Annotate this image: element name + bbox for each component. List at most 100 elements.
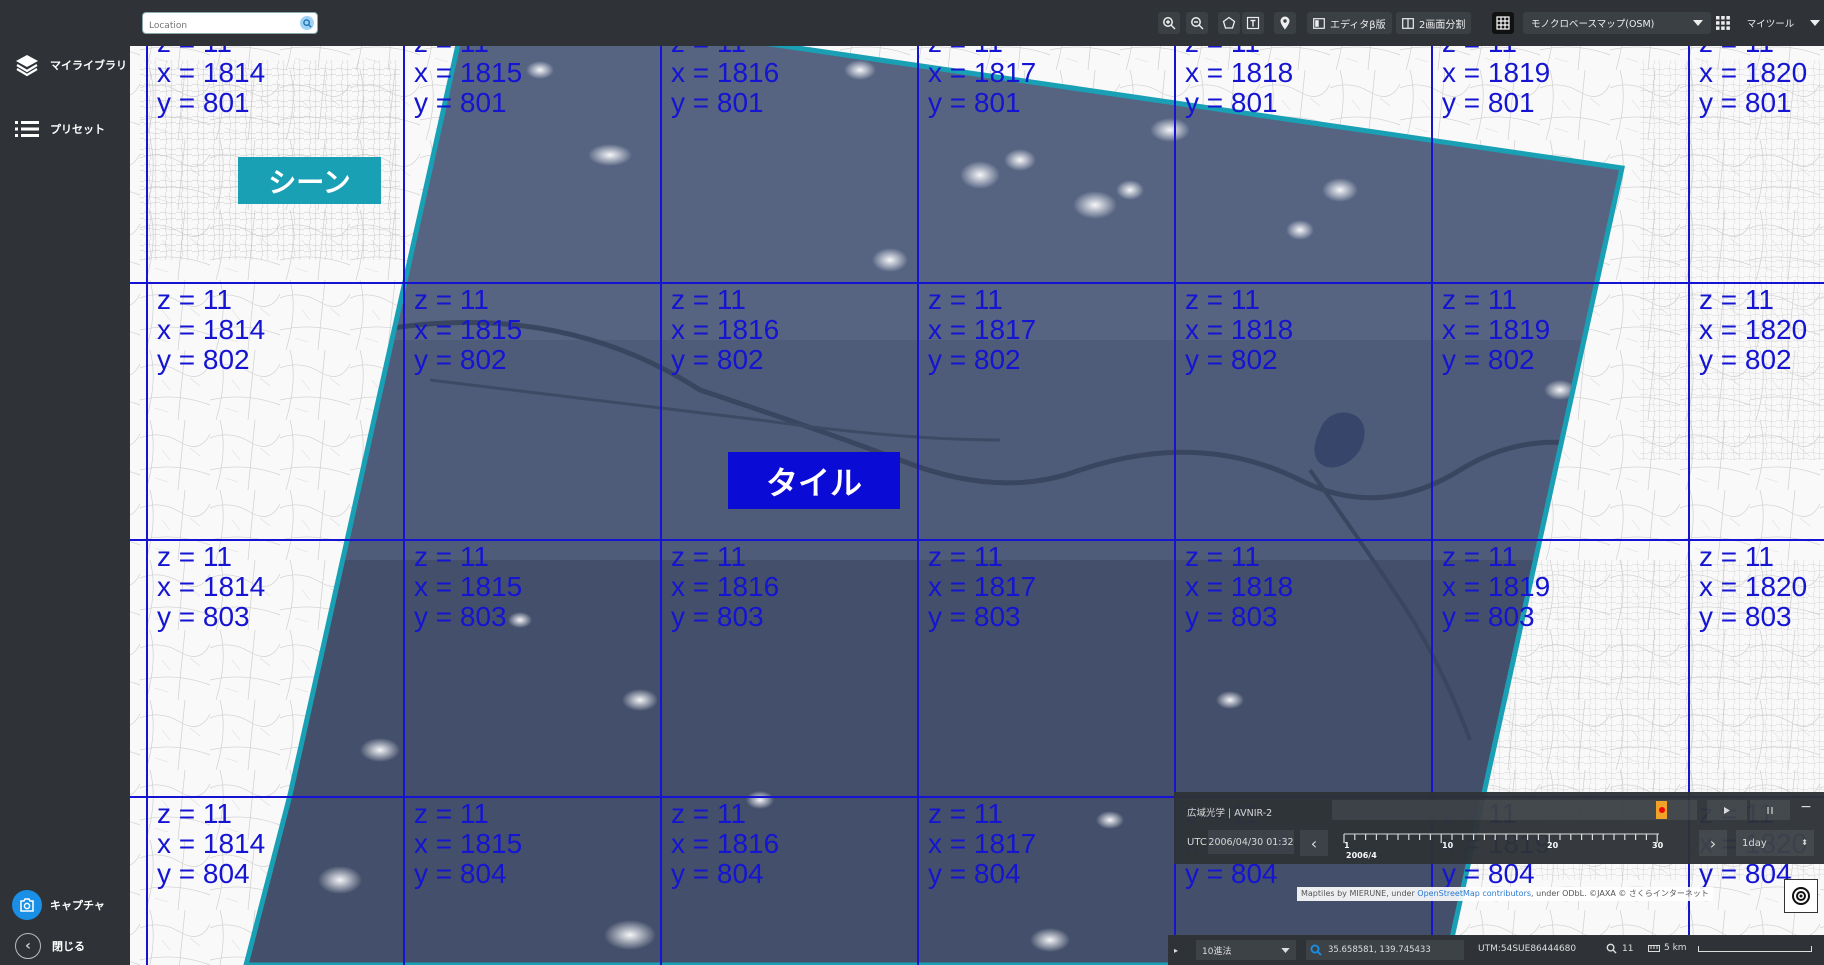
split-screen-button[interactable]: 2画面分割	[1396, 12, 1472, 34]
svg-text:x = 1815: x = 1815	[414, 57, 522, 88]
svg-text:x = 1816: x = 1816	[671, 571, 779, 602]
dropdown-caret-icon	[1809, 20, 1820, 26]
svg-text:x = 1816: x = 1816	[671, 314, 779, 345]
svg-text:y = 801: y = 801	[671, 87, 764, 118]
svg-text:z = 11: z = 11	[928, 284, 1003, 315]
search-icon[interactable]	[300, 16, 314, 30]
utm-readout: UTM:54SUE86444680	[1478, 944, 1577, 954]
top-toolbar: エディタβ版 2画面分割 モノクロベースマップ(OSM) マイツール	[130, 0, 1824, 46]
svg-text:z = 11: z = 11	[157, 284, 232, 315]
tile-id-label: z = 11x = 1816y = 801	[671, 46, 779, 118]
svg-text:x = 1817: x = 1817	[928, 828, 1036, 859]
month-label: 2006/4	[1346, 851, 1377, 860]
tick-label-10: 10	[1442, 841, 1454, 850]
magnifier-icon	[1606, 943, 1617, 954]
layers-icon	[12, 50, 42, 80]
svg-text:y = 801: y = 801	[414, 87, 507, 118]
my-tools-menu[interactable]: マイツール	[1707, 12, 1824, 34]
prev-day-button[interactable]: ‹	[1300, 830, 1328, 856]
osm-link[interactable]: OpenStreetMap contributors	[1417, 889, 1531, 898]
my-library-label: マイライブラリ	[50, 59, 127, 72]
datetime-field[interactable]: 2006/04/30 01:32	[1208, 830, 1294, 854]
timeline-track[interactable]	[1332, 800, 1697, 820]
pause-button[interactable]	[1750, 800, 1790, 820]
map-pin-icon	[1280, 16, 1290, 30]
svg-text:x = 1814: x = 1814	[157, 828, 265, 859]
svg-text:x = 1820: x = 1820	[1699, 314, 1807, 345]
preset-button[interactable]: プリセット	[12, 114, 105, 144]
scale-readout: 5 km	[1648, 943, 1687, 953]
svg-text:z = 11: z = 11	[928, 541, 1003, 572]
sensor-name: 広域光学 | AVNIR-2	[1187, 808, 1273, 819]
text-tool-button[interactable]	[1242, 12, 1264, 34]
svg-text:z = 11: z = 11	[671, 541, 746, 572]
svg-text:y = 804: y = 804	[671, 858, 764, 889]
svg-text:y = 801: y = 801	[1699, 87, 1792, 118]
svg-text:x = 1817: x = 1817	[928, 314, 1036, 345]
editor-beta-button[interactable]: エディタβ版	[1307, 12, 1392, 34]
map-attribution: Maptiles by MIERUNE, under OpenStreetMap…	[1297, 887, 1713, 901]
svg-text:x = 1819: x = 1819	[1442, 57, 1550, 88]
svg-text:y = 803: y = 803	[928, 601, 1021, 632]
tile-id-label: z = 11x = 1817y = 801	[928, 46, 1036, 118]
svg-text:z = 11: z = 11	[414, 284, 489, 315]
marker-button[interactable]	[1274, 12, 1296, 34]
close-sidebar-button[interactable]: ‹ 閉じる	[12, 933, 85, 959]
svg-text:y = 803: y = 803	[1442, 601, 1535, 632]
grid-icon	[1496, 16, 1510, 30]
my-library-button[interactable]: マイライブラリ	[12, 50, 127, 80]
coord-format-label: 10進法	[1202, 946, 1232, 957]
basemap-select[interactable]: モノクロベースマップ(OSM)	[1523, 12, 1711, 34]
chevron-left-icon: ‹	[15, 933, 41, 959]
zoom-readout: 11	[1606, 943, 1633, 954]
left-sidebar: マイライブラリ プリセット キャプチャ ‹ 閉じる	[0, 0, 130, 965]
status-toggle[interactable]: ▸	[1171, 935, 1181, 965]
scene-marker[interactable]	[1656, 801, 1667, 819]
ruler-icon	[1648, 944, 1660, 952]
minimize-icon[interactable]: −	[1798, 800, 1814, 816]
tile-id-label: z = 11x = 1818y = 801	[1185, 46, 1293, 118]
svg-text:z = 11: z = 11	[671, 798, 746, 829]
capture-button[interactable]: キャプチャ	[12, 890, 105, 920]
svg-text:x = 1814: x = 1814	[157, 57, 265, 88]
tile-id-label: z = 11x = 1815y = 801	[414, 46, 522, 118]
dropdown-caret-icon	[1693, 20, 1703, 26]
zoom-out-icon	[1191, 17, 1204, 30]
svg-text:y = 803: y = 803	[671, 601, 764, 632]
coords-readout[interactable]: 35.658581, 139.745433	[1306, 940, 1464, 960]
target-icon	[1792, 887, 1810, 905]
location-input[interactable]	[143, 16, 305, 36]
draw-polygon-button[interactable]	[1218, 12, 1240, 34]
coord-format-select[interactable]: 10進法	[1196, 940, 1296, 960]
tile-label: タイル	[728, 452, 900, 509]
zoom-out-button[interactable]	[1186, 12, 1208, 34]
my-tools-label: マイツール	[1746, 19, 1795, 30]
search-icon	[1310, 944, 1322, 956]
svg-text:x = 1817: x = 1817	[928, 57, 1036, 88]
pause-icon	[1767, 806, 1773, 814]
updown-icon: ⬍	[1801, 838, 1808, 847]
svg-text:y = 802: y = 802	[671, 344, 764, 375]
svg-text:x = 1817: x = 1817	[928, 571, 1036, 602]
svg-text:y = 802: y = 802	[1185, 344, 1278, 375]
svg-text:z = 11: z = 11	[1185, 284, 1260, 315]
svg-text:y = 801: y = 801	[928, 87, 1021, 118]
day-ruler[interactable]	[1339, 832, 1659, 858]
svg-text:z = 11: z = 11	[1442, 284, 1517, 315]
attribution-suffix: , under ODbL. ©JAXA © さくらインターネット	[1531, 889, 1709, 898]
zoom-in-icon	[1163, 17, 1176, 30]
next-day-button[interactable]: ›	[1699, 830, 1727, 856]
tick-label-30: 30	[1652, 841, 1664, 850]
zoom-in-button[interactable]	[1158, 12, 1180, 34]
svg-text:z = 11: z = 11	[1699, 284, 1774, 315]
svg-text:z = 11: z = 11	[1185, 541, 1260, 572]
play-button[interactable]	[1707, 800, 1747, 820]
locate-me-button[interactable]	[1784, 879, 1818, 913]
status-bar: ▸ 10進法 35.658581, 139.745433 UTM:54SUE86…	[1168, 935, 1824, 965]
close-label: 閉じる	[52, 940, 85, 953]
step-select[interactable]: 1day ⬍	[1736, 830, 1814, 856]
svg-text:y = 804: y = 804	[157, 858, 250, 889]
preset-label: プリセット	[50, 123, 105, 136]
tile-grid-toggle-button[interactable]	[1492, 12, 1514, 34]
timeline-panel: 広域光学 | AVNIR-2 − UTC 2006/04/30 01:32 ‹ …	[1174, 792, 1824, 864]
